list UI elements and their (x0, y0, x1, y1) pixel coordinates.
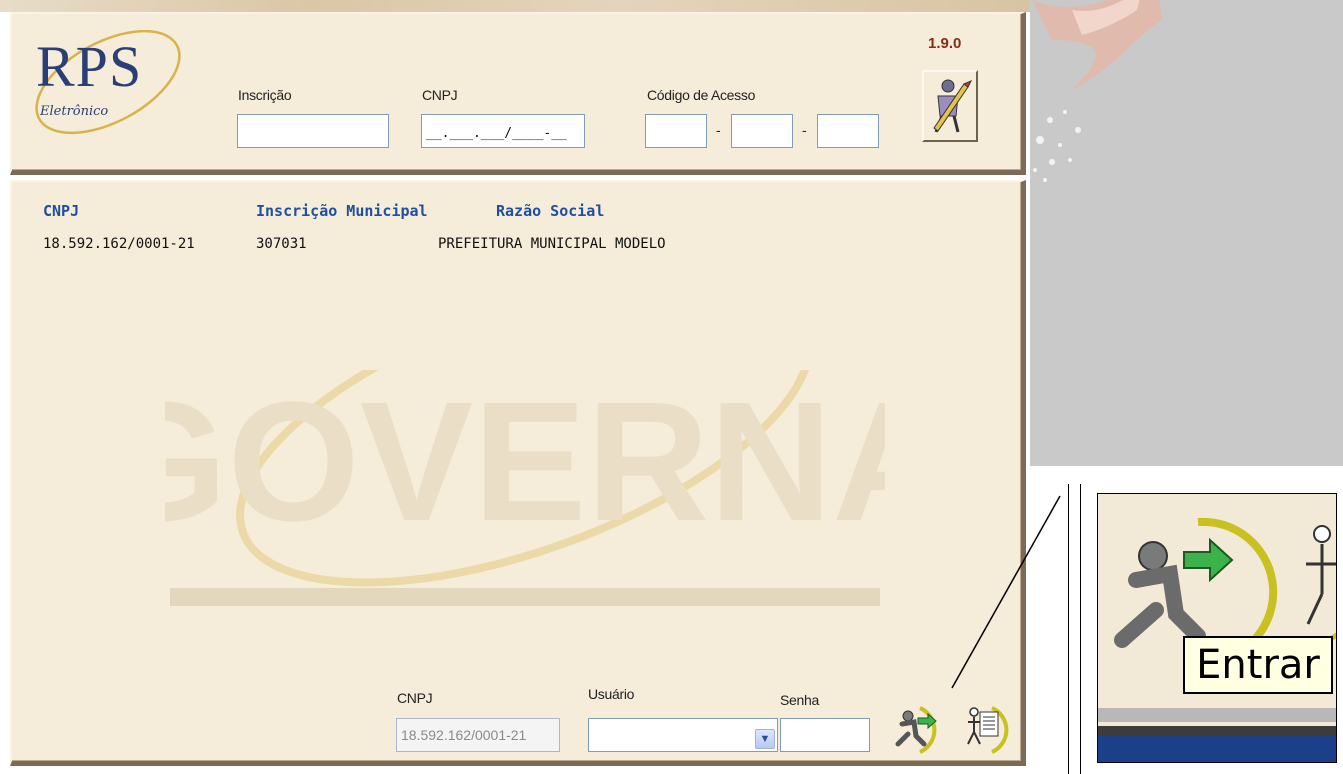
entrar-tooltip: Entrar (1183, 636, 1333, 694)
row-razao-social: PREFEITURA MUNICIPAL MODELO (438, 236, 666, 252)
login-cnpj-label: CNPJ (397, 690, 433, 706)
senha-label: Senha (780, 692, 819, 708)
zoomed-enter-icon (1098, 517, 1336, 762)
column-header-cnpj[interactable]: CNPJ (43, 202, 79, 220)
usuario-select[interactable]: ▼ (588, 718, 778, 752)
register-button[interactable] (922, 70, 978, 142)
codigo-acesso-part1-input[interactable] (645, 114, 707, 148)
codigo-separator-2: - (802, 122, 807, 138)
version-label: 1.9.0 (928, 35, 962, 52)
cnpj-label: CNPJ (422, 87, 458, 103)
inscricao-input[interactable] (237, 114, 389, 148)
entrar-button[interactable] (890, 700, 946, 756)
logo-title: RPS (36, 34, 143, 99)
callout-left-line (1068, 484, 1069, 774)
login-cnpj-input (396, 718, 560, 752)
main-panel (10, 180, 1026, 766)
row-cnpj: 18.592.162/0001-21 (43, 236, 195, 252)
background-speckle (1033, 110, 1081, 182)
column-header-razao-social[interactable]: Razão Social (496, 202, 604, 220)
zoom-callout: Entrar (1097, 493, 1337, 763)
usuario-label: Usuário (588, 686, 635, 702)
column-header-inscricao[interactable]: Inscrição Municipal (256, 202, 428, 220)
inscricao-label: Inscrição (238, 87, 292, 103)
codigo-acesso-part2-input[interactable] (731, 114, 793, 148)
senha-input[interactable] (780, 718, 870, 752)
chevron-down-icon[interactable]: ▼ (755, 729, 775, 749)
logo-subtitle: Eletrônico (40, 104, 109, 119)
callout-inner-line (1080, 484, 1081, 774)
pencil-person-icon (933, 79, 973, 133)
codigo-acesso-part3-input[interactable] (817, 114, 879, 148)
exit-document-man-icon (967, 706, 1009, 754)
row-inscricao: 307031 (256, 236, 307, 252)
enter-running-man-icon (895, 706, 937, 754)
background-band (0, 0, 1030, 12)
codigo-acesso-label: Código de Acesso (647, 87, 756, 103)
cnpj-input[interactable] (421, 114, 585, 148)
sair-button[interactable] (958, 700, 1014, 756)
codigo-separator-1: - (716, 122, 721, 138)
